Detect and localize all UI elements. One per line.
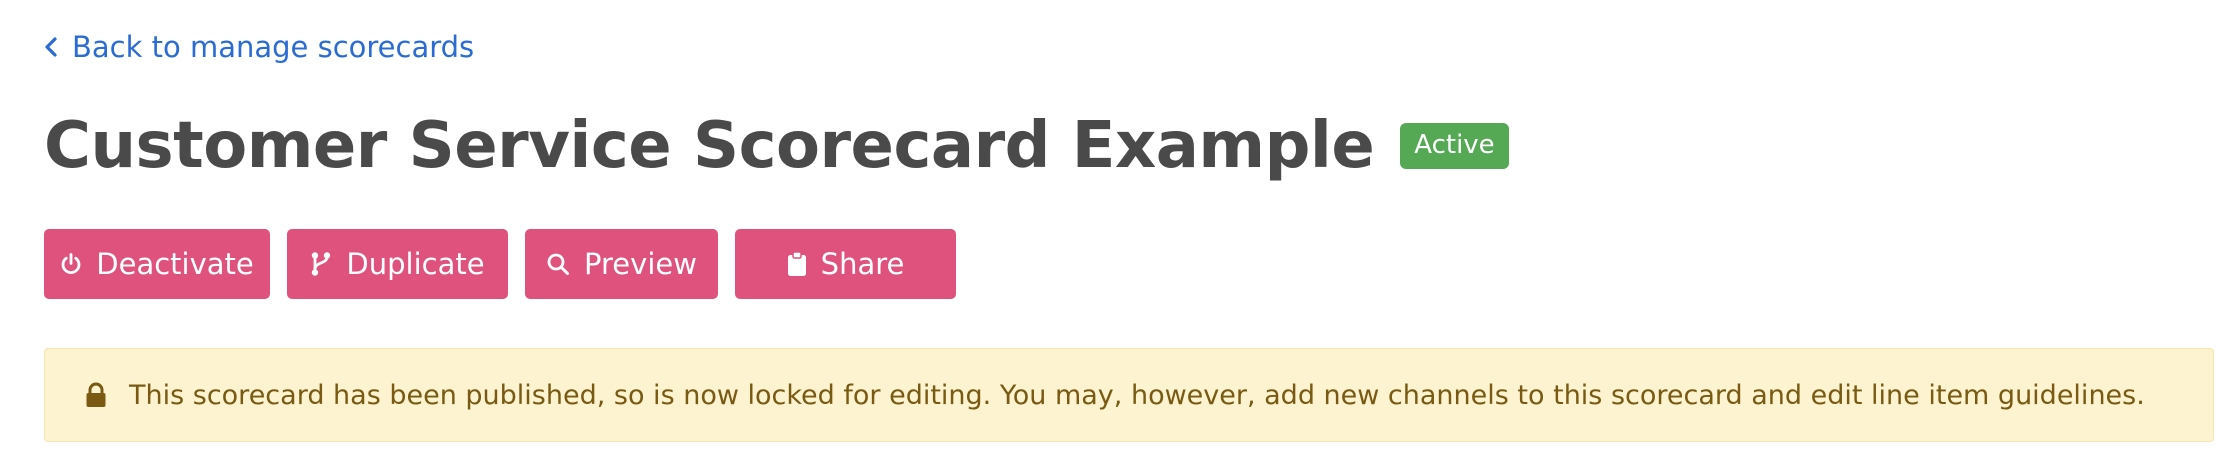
back-to-scorecards-link[interactable]: Back to manage scorecards (44, 30, 474, 64)
action-toolbar: Deactivate Duplicate Preview Share (44, 229, 956, 299)
share-button[interactable]: Share (735, 229, 956, 299)
share-label: Share (820, 247, 905, 281)
duplicate-label: Duplicate (346, 247, 485, 281)
status-badge: Active (1400, 123, 1509, 169)
back-link-label: Back to manage scorecards (72, 30, 475, 64)
deactivate-label: Deactivate (96, 247, 254, 281)
locked-notice-message: This scorecard has been published, so is… (129, 379, 2145, 411)
search-icon (546, 252, 570, 276)
page: Back to manage scorecards Customer Servi… (0, 0, 2224, 452)
page-title: Customer Service Scorecard Example (44, 109, 1375, 183)
clipboard-icon (787, 251, 807, 277)
preview-button[interactable]: Preview (525, 229, 718, 299)
preview-label: Preview (584, 247, 697, 281)
locked-notice: This scorecard has been published, so is… (44, 348, 2214, 442)
branch-icon (310, 251, 332, 277)
deactivate-button[interactable]: Deactivate (44, 229, 270, 299)
title-row: Customer Service Scorecard Example Activ… (44, 100, 1509, 192)
lock-icon (85, 382, 107, 408)
duplicate-button[interactable]: Duplicate (287, 229, 508, 299)
chevron-left-icon (44, 36, 58, 58)
power-icon (60, 252, 82, 276)
